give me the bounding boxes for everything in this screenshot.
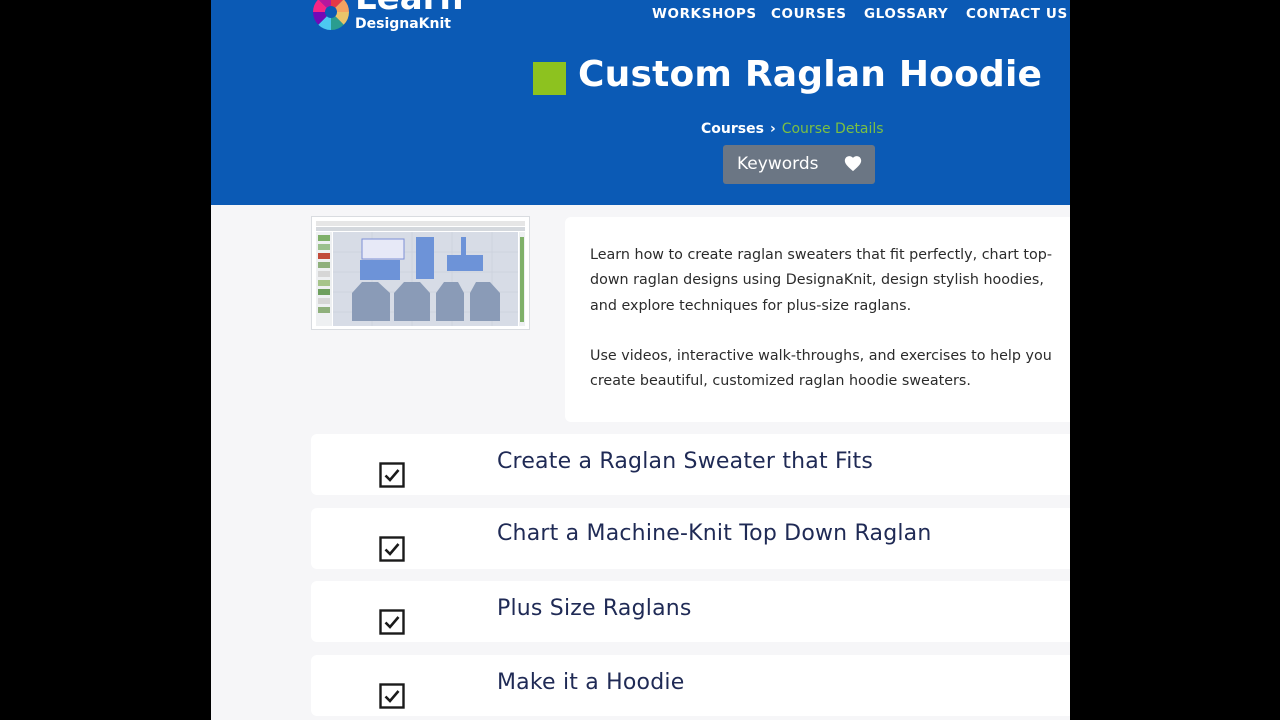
browser-viewport: Learn DesignaKnit WORKSHOPS COURSES GLOS…	[211, 0, 1070, 720]
course-description: Learn how to create raglan sweaters that…	[565, 217, 1070, 422]
raglan-pattern-screenshot	[312, 217, 529, 329]
nav-workshops[interactable]: WORKSHOPS	[652, 6, 757, 22]
page-title: Custom Raglan Hoodie	[578, 54, 1043, 95]
keywords-button[interactable]: Keywords	[723, 145, 875, 184]
breadcrumb-current: Course Details	[781, 121, 884, 137]
heart-icon	[844, 156, 862, 172]
title-row: Custom Raglan Hoodie	[211, 54, 1070, 106]
breadcrumb-chevron-icon: ›	[769, 121, 776, 137]
lesson-item[interactable]: Create a Raglan Sweater that Fits	[311, 434, 1070, 495]
breadcrumb-courses-link[interactable]: Courses	[701, 121, 764, 137]
checked-checkbox-icon	[379, 536, 405, 562]
lesson-title: Plus Size Raglans	[497, 596, 692, 621]
keywords-label: Keywords	[737, 154, 819, 174]
nav-glossary[interactable]: GLOSSARY	[864, 6, 948, 22]
lesson-item[interactable]: Make it a Hoodie	[311, 655, 1070, 716]
checked-checkbox-icon	[379, 683, 405, 709]
nav-courses[interactable]: COURSES	[771, 6, 847, 22]
lesson-item[interactable]: Chart a Machine-Knit Top Down Raglan	[311, 508, 1070, 569]
lesson-item[interactable]: Plus Size Raglans	[311, 581, 1070, 642]
description-paragraph: Learn how to create raglan sweaters that…	[590, 247, 1052, 314]
course-thumbnail	[311, 216, 530, 330]
title-square-icon	[533, 62, 566, 95]
breadcrumb: Courses › Course Details	[701, 121, 884, 141]
lesson-title: Chart a Machine-Knit Top Down Raglan	[497, 521, 932, 546]
course-header: Learn DesignaKnit WORKSHOPS COURSES GLOS…	[211, 0, 1070, 205]
nav-contact-us[interactable]: CONTACT US	[966, 6, 1068, 22]
description-paragraph: Use videos, interactive walk-throughs, a…	[590, 348, 1052, 390]
lesson-title: Make it a Hoodie	[497, 670, 685, 695]
checked-checkbox-icon	[379, 462, 405, 488]
main-nav: WORKSHOPS COURSES GLOSSARY CONTACT US	[211, 6, 1070, 26]
lesson-title: Create a Raglan Sweater that Fits	[497, 449, 874, 474]
checked-checkbox-icon	[379, 609, 405, 635]
